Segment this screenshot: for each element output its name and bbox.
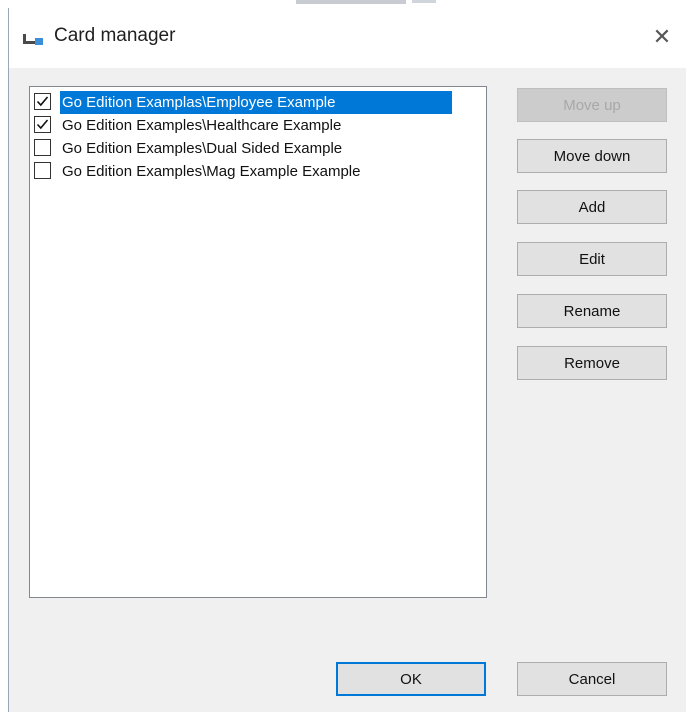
card-manager-dialog: Card manager ✕ Go Edition Examplas\Emplo… — [8, 8, 686, 712]
checkbox[interactable] — [34, 116, 51, 133]
close-button[interactable]: ✕ — [645, 20, 679, 54]
background-fragment — [412, 0, 436, 3]
list-item-label: Go Edition Examples\Mag Example Example — [62, 163, 361, 180]
cancel-button[interactable]: Cancel — [517, 662, 667, 696]
list-item[interactable]: Go Edition Examples\Dual Sided Example — [34, 137, 454, 160]
close-icon: ✕ — [652, 24, 672, 49]
checkbox[interactable] — [34, 162, 51, 179]
card-list[interactable]: Go Edition Examplas\Employee Example Go … — [29, 86, 487, 598]
window-title: Card manager — [54, 25, 176, 46]
remove-button[interactable]: Remove — [517, 346, 667, 380]
list-item[interactable]: Go Edition Examplas\Employee Example — [34, 91, 454, 114]
edit-button[interactable]: Edit — [517, 242, 667, 276]
background-window-strip — [0, 0, 686, 8]
list-item-label: Go Edition Examples\Dual Sided Example — [62, 140, 343, 157]
list-item[interactable]: Go Edition Examples\Mag Example Example — [34, 160, 454, 183]
ok-button[interactable]: OK — [336, 662, 486, 696]
title-bar[interactable]: Card manager ✕ — [9, 8, 686, 68]
list-item-label: Go Edition Examplas\Employee Example — [60, 91, 452, 114]
list-item[interactable]: Go Edition Examples\Healthcare Example — [34, 114, 454, 137]
checkbox[interactable] — [34, 139, 51, 156]
move-up-button[interactable]: Move up — [517, 88, 667, 122]
card-manager-icon — [22, 30, 44, 48]
checkbox[interactable] — [34, 93, 51, 110]
background-fragment — [296, 0, 406, 4]
rename-button[interactable]: Rename — [517, 294, 667, 328]
add-button[interactable]: Add — [517, 190, 667, 224]
list-item-label: Go Edition Examples\Healthcare Example — [62, 117, 342, 134]
move-down-button[interactable]: Move down — [517, 139, 667, 173]
